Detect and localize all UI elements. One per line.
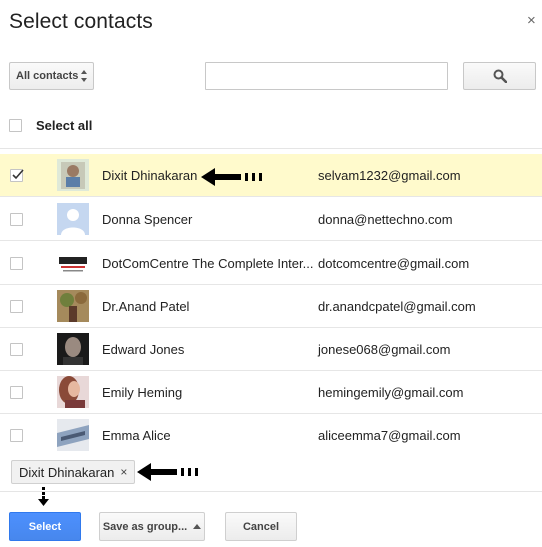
contact-row[interactable]: Donna Spencer donna@nettechno.com [0, 198, 542, 241]
select-all-checkbox[interactable] [9, 119, 22, 132]
contacts-filter-dropdown[interactable]: All contacts [9, 62, 94, 90]
contact-checkbox[interactable] [10, 386, 23, 399]
selected-contact-chip[interactable]: Dixit Dhinakaran × [11, 460, 136, 484]
contact-row[interactable]: Dixit Dhinakaran selvam1232@gmail.com [0, 154, 542, 197]
checkmark-icon [12, 169, 24, 180]
save-as-group-button[interactable]: Save as group... [99, 512, 205, 541]
contact-row[interactable]: Dr.Anand Patel dr.anandcpatel@gmail.com [0, 285, 542, 328]
contact-email: selvam1232@gmail.com [318, 168, 461, 183]
contact-photo [57, 333, 89, 365]
contact-checkbox[interactable] [10, 300, 23, 313]
select-button[interactable]: Select [9, 512, 81, 541]
down-arrow-icon [38, 487, 49, 506]
select-all-label: Select all [36, 118, 93, 133]
search-input[interactable] [205, 62, 448, 90]
contact-email: donna@nettechno.com [318, 212, 453, 227]
contact-photo [57, 419, 89, 451]
contact-photo [57, 159, 89, 191]
contact-email: dotcomcentre@gmail.com [318, 256, 470, 271]
contact-checkbox[interactable] [10, 169, 24, 182]
contact-email: aliceemma7@gmail.com [318, 428, 461, 443]
contact-email: hemingemily@gmail.com [318, 385, 464, 400]
selected-contacts-area: Dixit Dhinakaran × [0, 452, 542, 492]
contact-photo [57, 247, 89, 279]
contact-email: dr.anandcpatel@gmail.com [318, 299, 476, 314]
left-arrow-icon [201, 168, 262, 186]
contact-email: jonese068@gmail.com [318, 342, 451, 357]
contact-row[interactable]: Emily Heming hemingemily@gmail.com [0, 371, 542, 414]
contact-name: Donna Spencer [102, 212, 193, 227]
contact-row[interactable]: Emma Alice aliceemma7@gmail.com [0, 414, 542, 452]
contact-checkbox[interactable] [10, 429, 23, 442]
updown-chevron-icon [81, 70, 87, 82]
contact-name: Edward Jones [102, 342, 185, 357]
contact-photo [57, 290, 89, 322]
caret-up-icon [193, 523, 202, 529]
left-arrow-icon [137, 463, 198, 481]
close-icon[interactable]: × [527, 13, 536, 29]
search-button[interactable] [463, 62, 536, 90]
default-avatar-icon [57, 203, 89, 235]
search-icon [493, 69, 507, 83]
select-all-row[interactable]: Select all [9, 118, 92, 133]
contact-checkbox[interactable] [10, 257, 23, 270]
contact-name: DotComCentre The Complete Inter... [102, 256, 314, 271]
contact-checkbox[interactable] [10, 213, 23, 226]
contact-row[interactable]: Edward Jones jonese068@gmail.com [0, 328, 542, 371]
chip-label: Dixit Dhinakaran [19, 464, 115, 480]
contact-name: Dr.Anand Patel [102, 299, 190, 314]
contacts-list[interactable]: Dixit Dhinakaran selvam1232@gmail.com Do… [0, 148, 542, 452]
contact-name: Emily Heming [102, 385, 183, 400]
save-as-group-label: Save as group... [102, 520, 188, 533]
contact-row[interactable]: DotComCentre The Complete Inter... dotco… [0, 242, 542, 285]
filter-label: All contacts [16, 70, 79, 82]
contact-name: Emma Alice [102, 428, 171, 443]
dialog-title: Select contacts [9, 10, 153, 33]
contact-photo [57, 376, 89, 408]
cancel-button[interactable]: Cancel [225, 512, 297, 541]
contact-checkbox[interactable] [10, 343, 23, 356]
remove-chip-icon[interactable]: × [120, 465, 127, 479]
